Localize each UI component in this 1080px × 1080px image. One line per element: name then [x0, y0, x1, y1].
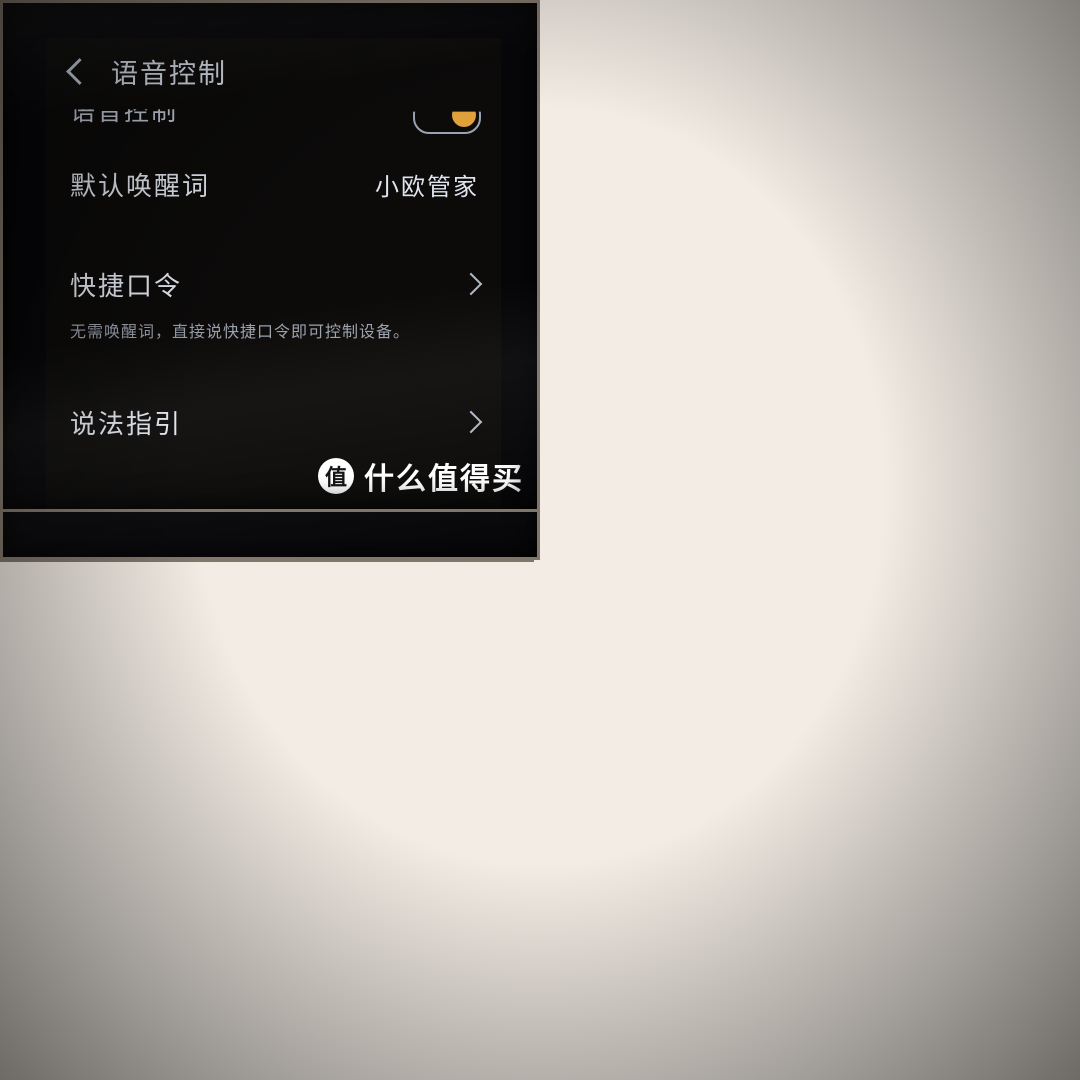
- panel-bezel: [0, 0, 540, 512]
- photo-collage: 设置 无线网络 CHELSEA: [0, 0, 1080, 1080]
- panel-voice-control-photo: 语音控制 语音控制 默认唤醒词 小欧管家 快捷口令 无需唤醒词，直接说快捷口令即…: [0, 0, 540, 512]
